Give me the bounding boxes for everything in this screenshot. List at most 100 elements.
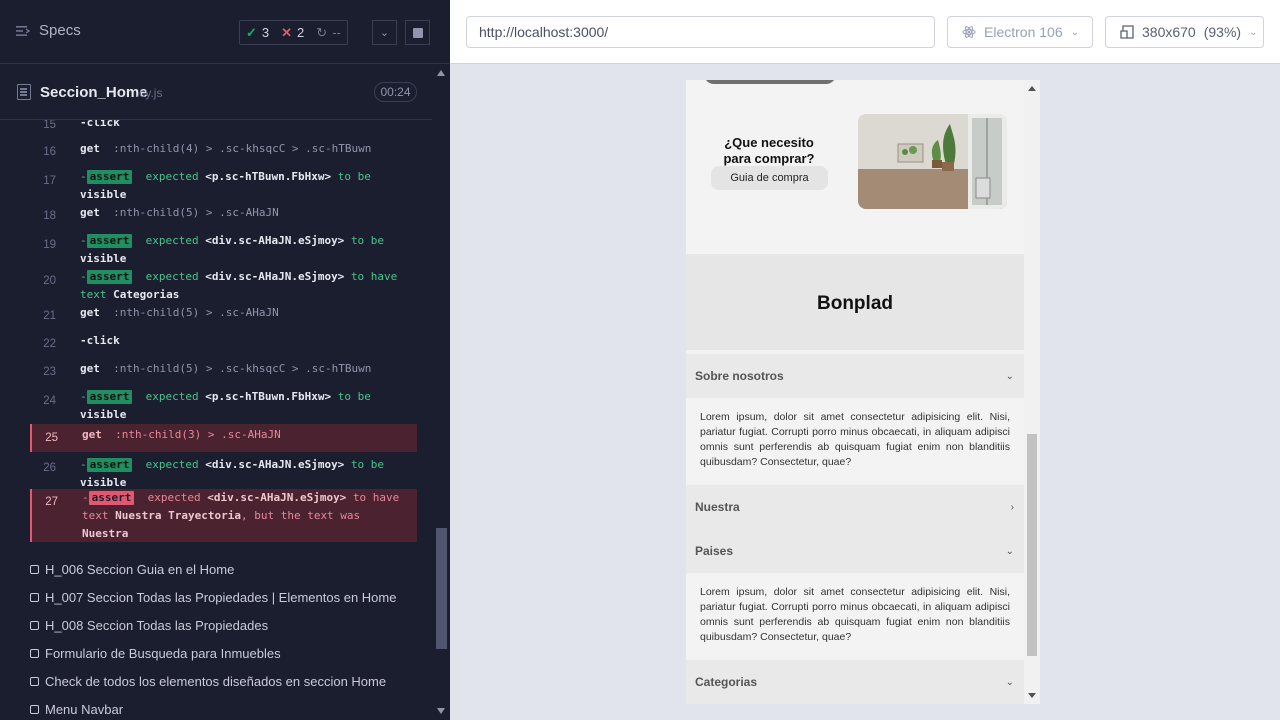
command-number: 17 xyxy=(43,175,56,187)
test-item[interactable]: H_008 Seccion Todas las Propiedades xyxy=(30,618,268,633)
command-row[interactable]: 20 - assert expected <div.sc-AHaJN.eSjmoy… xyxy=(30,268,417,304)
assert-expected: expected xyxy=(145,170,199,183)
command-number: 25 xyxy=(45,432,58,444)
command-row-failed[interactable]: 25 get :nth-child(3) > .sc-AHaJN xyxy=(30,424,417,452)
test-title: Check de todos los elementos diseñados e… xyxy=(45,674,387,689)
assert-tail: visible xyxy=(80,252,127,265)
reporter-header: Specs ✓ 3 ✕ 2 ↻ -- ⌄ xyxy=(0,0,450,64)
command-number: 22 xyxy=(43,338,56,350)
url-bar[interactable]: http://localhost:3000/ xyxy=(466,16,935,48)
chevron-down-icon: ⌄ xyxy=(1005,676,1014,688)
app-scrollbar-thumb[interactable] xyxy=(1027,434,1037,656)
accordion-title: Paises xyxy=(695,544,734,558)
command-name: get xyxy=(80,142,100,155)
test-item[interactable]: H_007 Seccion Todas las Propiedades | El… xyxy=(30,590,396,605)
viewport-zoom: (93%) xyxy=(1203,24,1242,40)
command-prefix: - xyxy=(80,458,87,471)
assert-value: Nuestra Trayectoria xyxy=(115,509,241,522)
guide-button[interactable]: Guia de compra xyxy=(711,166,828,190)
assert-subject: <div.sc-AHaJN.eSjmoy> xyxy=(205,234,345,247)
reporter-scrollbar-thumb[interactable] xyxy=(436,528,447,649)
chevron-down-icon: ⌄ xyxy=(1070,26,1079,38)
assert-subject: <p.sc-hTBuwn.FbHxw> xyxy=(205,390,332,403)
command-row[interactable]: 21 get :nth-child(5) > .sc-AHaJN xyxy=(30,304,417,322)
test-status-icon xyxy=(30,565,39,574)
test-title: Formulario de Busqueda para Inmuebles xyxy=(45,646,281,661)
accordion-header-sobre-nosotros[interactable]: Sobre nosotros ⌄ xyxy=(686,354,1024,398)
assert-subject: <p.sc-hTBuwn.FbHxw> xyxy=(205,170,332,183)
command-row[interactable]: 19 - assert expected <div.sc-AHaJN.eSjmoy… xyxy=(30,232,417,268)
test-status-icon xyxy=(30,705,39,714)
command-log-panel: Specs ✓ 3 ✕ 2 ↻ -- ⌄ Seccion_Home .cy.js xyxy=(0,0,450,720)
browser-name: Electron 106 xyxy=(984,24,1063,40)
spinner-icon: ↻ xyxy=(316,24,328,40)
command-row[interactable]: 24 - assert expected <p.sc-hTBuwn.FbHxw> … xyxy=(30,388,417,424)
assert-value: Categorias xyxy=(113,288,180,301)
command-name: get xyxy=(82,428,102,441)
specs-toggle[interactable]: Specs xyxy=(16,22,81,39)
test-item[interactable]: Formulario de Busqueda para Inmuebles xyxy=(30,646,281,661)
passed-count: 3 xyxy=(261,25,270,40)
accordion-title: Sobre nosotros xyxy=(695,369,784,383)
brand-title: Bonplad xyxy=(817,293,893,314)
command-row[interactable]: 18 get :nth-child(5) > .sc-AHaJN xyxy=(30,204,417,222)
aut-header: http://localhost:3000/ Electron 106 ⌄ 38… xyxy=(450,0,1280,64)
test-title: Menu Navbar xyxy=(45,702,124,717)
brand-section: Bonplad xyxy=(686,254,1024,350)
guide-section: ¿Que necesito para comprar? Guia de comp… xyxy=(686,80,1024,254)
command-selector: :nth-child(5) > .sc-AHaJN xyxy=(113,306,279,319)
accordion-header-paises[interactable]: Paises ⌄ xyxy=(686,529,1024,573)
command-number: 19 xyxy=(43,239,56,251)
assert-mid: to have xyxy=(350,270,398,283)
spec-file-header: Seccion_Home .cy.js 00:24 xyxy=(0,65,432,120)
scroll-down-arrow-icon[interactable] xyxy=(437,708,445,714)
command-row[interactable]: 17 - assert expected <p.sc-hTBuwn.FbHxw> … xyxy=(30,168,417,204)
pending-stat: ↻ -- xyxy=(310,21,347,44)
command-selector: :nth-child(4) > .sc-khsqcC > .sc-hTBuwn xyxy=(113,142,372,155)
command-text: -click xyxy=(80,120,120,129)
electron-icon xyxy=(962,26,976,38)
assert-badge: assert xyxy=(86,390,133,404)
command-row[interactable]: 15 -click xyxy=(30,120,417,132)
test-status-icon xyxy=(30,621,39,630)
command-text: -click xyxy=(80,334,120,347)
command-row[interactable]: 26 - assert expected <div.sc-AHaJN.eSjmoy… xyxy=(30,452,417,489)
assert-expected: expected xyxy=(145,234,199,247)
scroll-down-arrow-icon[interactable] xyxy=(1028,693,1036,698)
accordion-header-categorias[interactable]: Categorias ⌄ xyxy=(686,660,1024,704)
scroll-up-arrow-icon[interactable] xyxy=(437,70,445,76)
chevron-down-icon: ⌄ xyxy=(1005,545,1014,557)
test-item[interactable]: Menu Navbar xyxy=(30,702,123,717)
app-iframe: ¿Que necesito para comprar? Guia de comp… xyxy=(686,80,1040,704)
command-row-failed[interactable]: 27 - assert expected <div.sc-AHaJN.eSjmoy… xyxy=(30,489,417,542)
cross-icon: ✕ xyxy=(281,24,293,40)
assert-expected: expected xyxy=(145,270,199,283)
test-status-icon xyxy=(30,649,39,658)
stop-button[interactable] xyxy=(405,20,430,45)
scroll-up-arrow-icon[interactable] xyxy=(1028,86,1036,91)
browser-selector[interactable]: Electron 106 ⌄ xyxy=(947,16,1093,48)
test-title: H_008 Seccion Todas las Propiedades xyxy=(45,618,269,633)
specs-list-icon xyxy=(16,25,31,36)
collapse-button[interactable]: ⌄ xyxy=(372,20,397,45)
accordion-body: Lorem ipsum, dolor sit amet consectetur … xyxy=(686,398,1024,482)
command-row[interactable]: 23 get :nth-child(5) > .sc-khsqcC > .sc-… xyxy=(30,360,417,378)
test-item[interactable]: H_006 Seccion Guia en el Home xyxy=(30,562,234,577)
assert-error-text: , but the text was xyxy=(240,509,361,522)
command-row[interactable]: 22 -click xyxy=(30,332,417,350)
accordion-body: Lorem ipsum, dolor sit amet consectetur … xyxy=(686,573,1024,657)
accordion-header-nuestra[interactable]: Nuestra › xyxy=(686,485,1024,529)
assert-expected: expected xyxy=(145,390,199,403)
command-name: get xyxy=(80,206,100,219)
test-item[interactable]: Check de todos los elementos diseñados e… xyxy=(30,674,386,689)
chevron-right-icon: › xyxy=(1010,501,1014,513)
pending-count: -- xyxy=(332,25,341,40)
assert-mid: to be xyxy=(350,234,385,247)
app-under-test-panel: http://localhost:3000/ Electron 106 ⌄ 38… xyxy=(450,0,1280,720)
command-row[interactable]: 16 get :nth-child(4) > .sc-khsqcC > .sc-… xyxy=(30,140,417,158)
assert-mid: to be xyxy=(350,458,385,471)
previous-card-image xyxy=(704,80,836,84)
command-prefix: - xyxy=(80,234,87,247)
viewport-selector[interactable]: 380x670 (93%) ⌄ xyxy=(1105,16,1264,48)
command-selector: :nth-child(3) > .sc-AHaJN xyxy=(115,428,281,441)
